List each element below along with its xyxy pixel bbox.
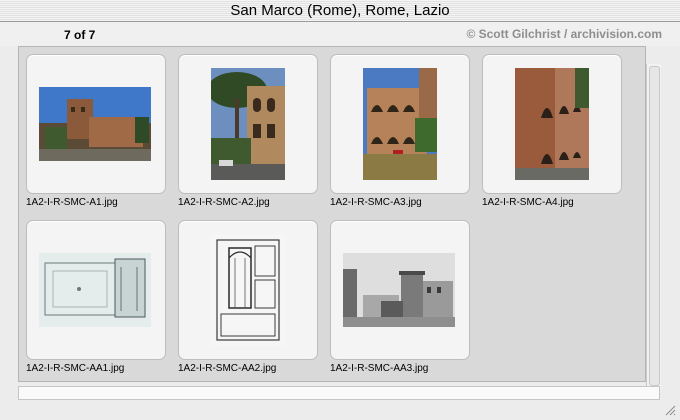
vertical-scrollbar[interactable]	[646, 64, 661, 388]
thumbnail-card[interactable]	[26, 54, 166, 194]
thumbnail-image	[211, 234, 285, 346]
thumbnail-card[interactable]	[482, 54, 622, 194]
thumbnail-card[interactable]	[26, 220, 166, 360]
photo-credit: © Scott Gilchrist / archivision.com	[466, 27, 662, 41]
thumbnail-image	[39, 253, 151, 327]
thumbnail-caption: 1A2-I-R-SMC-A4.jpg	[482, 197, 574, 208]
thumbnail-image	[515, 68, 589, 180]
thumbnail-caption: 1A2-I-R-SMC-AA1.jpg	[26, 363, 125, 374]
thumbnail-image	[343, 253, 455, 327]
thumbnail-image	[363, 68, 437, 180]
thumbnail-caption: 1A2-I-R-SMC-A1.jpg	[26, 197, 118, 208]
thumbnail-caption: 1A2-I-R-SMC-A3.jpg	[330, 197, 422, 208]
thumbnail-card[interactable]	[330, 54, 470, 194]
resize-grip-icon[interactable]	[664, 404, 676, 416]
scrollbar-thumb[interactable]	[649, 66, 660, 386]
window-title: San Marco (Rome), Rome, Lazio	[0, 0, 680, 22]
thumbnail-caption: 1A2-I-R-SMC-AA2.jpg	[178, 363, 277, 374]
thumbnail-image	[211, 68, 285, 180]
thumbnail-image	[39, 87, 151, 161]
thumbnail-card[interactable]	[330, 220, 470, 360]
image-count: 7 of 7	[64, 28, 96, 42]
thumbnail-caption: 1A2-I-R-SMC-AA3.jpg	[330, 363, 429, 374]
thumbnail-caption: 1A2-I-R-SMC-A2.jpg	[178, 197, 270, 208]
horizontal-scrollbar[interactable]	[18, 386, 660, 400]
thumbnail-card[interactable]	[178, 220, 318, 360]
info-bar: 7 of 7 © Scott Gilchrist / archivision.c…	[0, 22, 680, 46]
thumbnail-card[interactable]	[178, 54, 318, 194]
